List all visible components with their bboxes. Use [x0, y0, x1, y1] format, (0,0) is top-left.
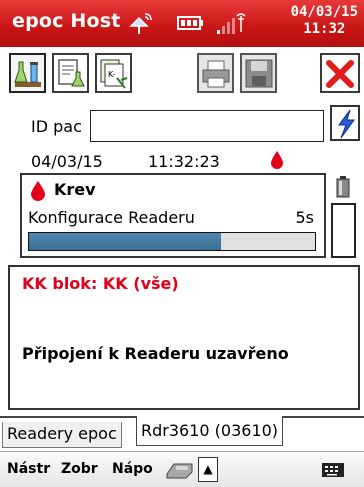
reader-tabs: Readery epoc Rdr3610 (03610)	[0, 416, 364, 448]
report-flask-icon	[58, 59, 85, 87]
menu-help[interactable]: Nápo	[112, 461, 153, 477]
test-date: 04/03/15	[31, 152, 103, 171]
patient-id-input[interactable]	[90, 110, 324, 142]
app-title: epoc Host	[12, 10, 121, 32]
test-status-panel: Krev Konfigurace Readeru 5s	[20, 173, 326, 258]
print-button[interactable]	[197, 53, 234, 93]
lightning-bolt-icon	[338, 109, 355, 139]
connection-message: Připojení k Readeru uzavřeno	[22, 344, 289, 363]
title-bar: epoc Host 04/03/15 11:32	[0, 0, 364, 47]
svg-text:K-: K-	[108, 70, 115, 79]
keyboard-icon[interactable]	[321, 462, 347, 478]
save-disk-icon	[245, 59, 273, 88]
report-button[interactable]	[52, 53, 89, 93]
blood-drop-icon	[271, 151, 283, 169]
tab-epoc-readers[interactable]: Readery epoc	[2, 422, 122, 448]
toolbar: K-	[0, 48, 364, 98]
test-time: 11:32:23	[148, 152, 220, 171]
menu-bar: Nástr Zobr Nápo ▲	[0, 451, 364, 487]
printer-icon	[202, 60, 230, 88]
tab-reader-3610[interactable]: Rdr3610 (03610)	[136, 416, 284, 446]
clock[interactable]: 04/03/15 11:32	[291, 4, 358, 38]
signal-strength-icon[interactable]	[215, 10, 249, 36]
menu-tools[interactable]: Nástr	[7, 461, 50, 477]
qc-button[interactable]: K-	[95, 53, 132, 93]
battery-icon[interactable]	[176, 10, 204, 36]
title-time: 11:32	[303, 21, 346, 37]
test-panel-button[interactable]	[9, 53, 46, 93]
reader-battery-icon	[336, 176, 350, 198]
blood-drop-icon	[31, 181, 45, 201]
progress-bar	[28, 232, 316, 251]
temperature-scale	[331, 203, 356, 258]
cancel-button[interactable]	[320, 53, 360, 93]
status-remaining: 5s	[295, 208, 314, 227]
satellite-sync-icon[interactable]	[127, 10, 155, 36]
scroll-up-button[interactable]: ▲	[198, 457, 218, 482]
scan-barcode-button[interactable]	[330, 105, 360, 141]
progress-fill	[29, 233, 221, 250]
cancel-x-icon	[326, 60, 354, 88]
save-button[interactable]	[240, 53, 277, 93]
message-panel: KK blok: KK (vše) Připojení k Readeru uz…	[8, 265, 360, 410]
patient-id-label: ID pac	[31, 117, 82, 136]
sample-type: Krev	[54, 180, 96, 199]
qc-block-message: KK blok: KK (vše)	[22, 274, 179, 293]
title-date: 04/03/15	[290, 4, 358, 20]
reader-device-icon[interactable]	[164, 460, 194, 480]
menu-view[interactable]: Zobr	[61, 461, 98, 477]
lab-flasks-icon	[14, 61, 41, 87]
qc-test-icon: K-	[100, 59, 128, 89]
status-task: Konfigurace Readeru	[28, 208, 195, 227]
